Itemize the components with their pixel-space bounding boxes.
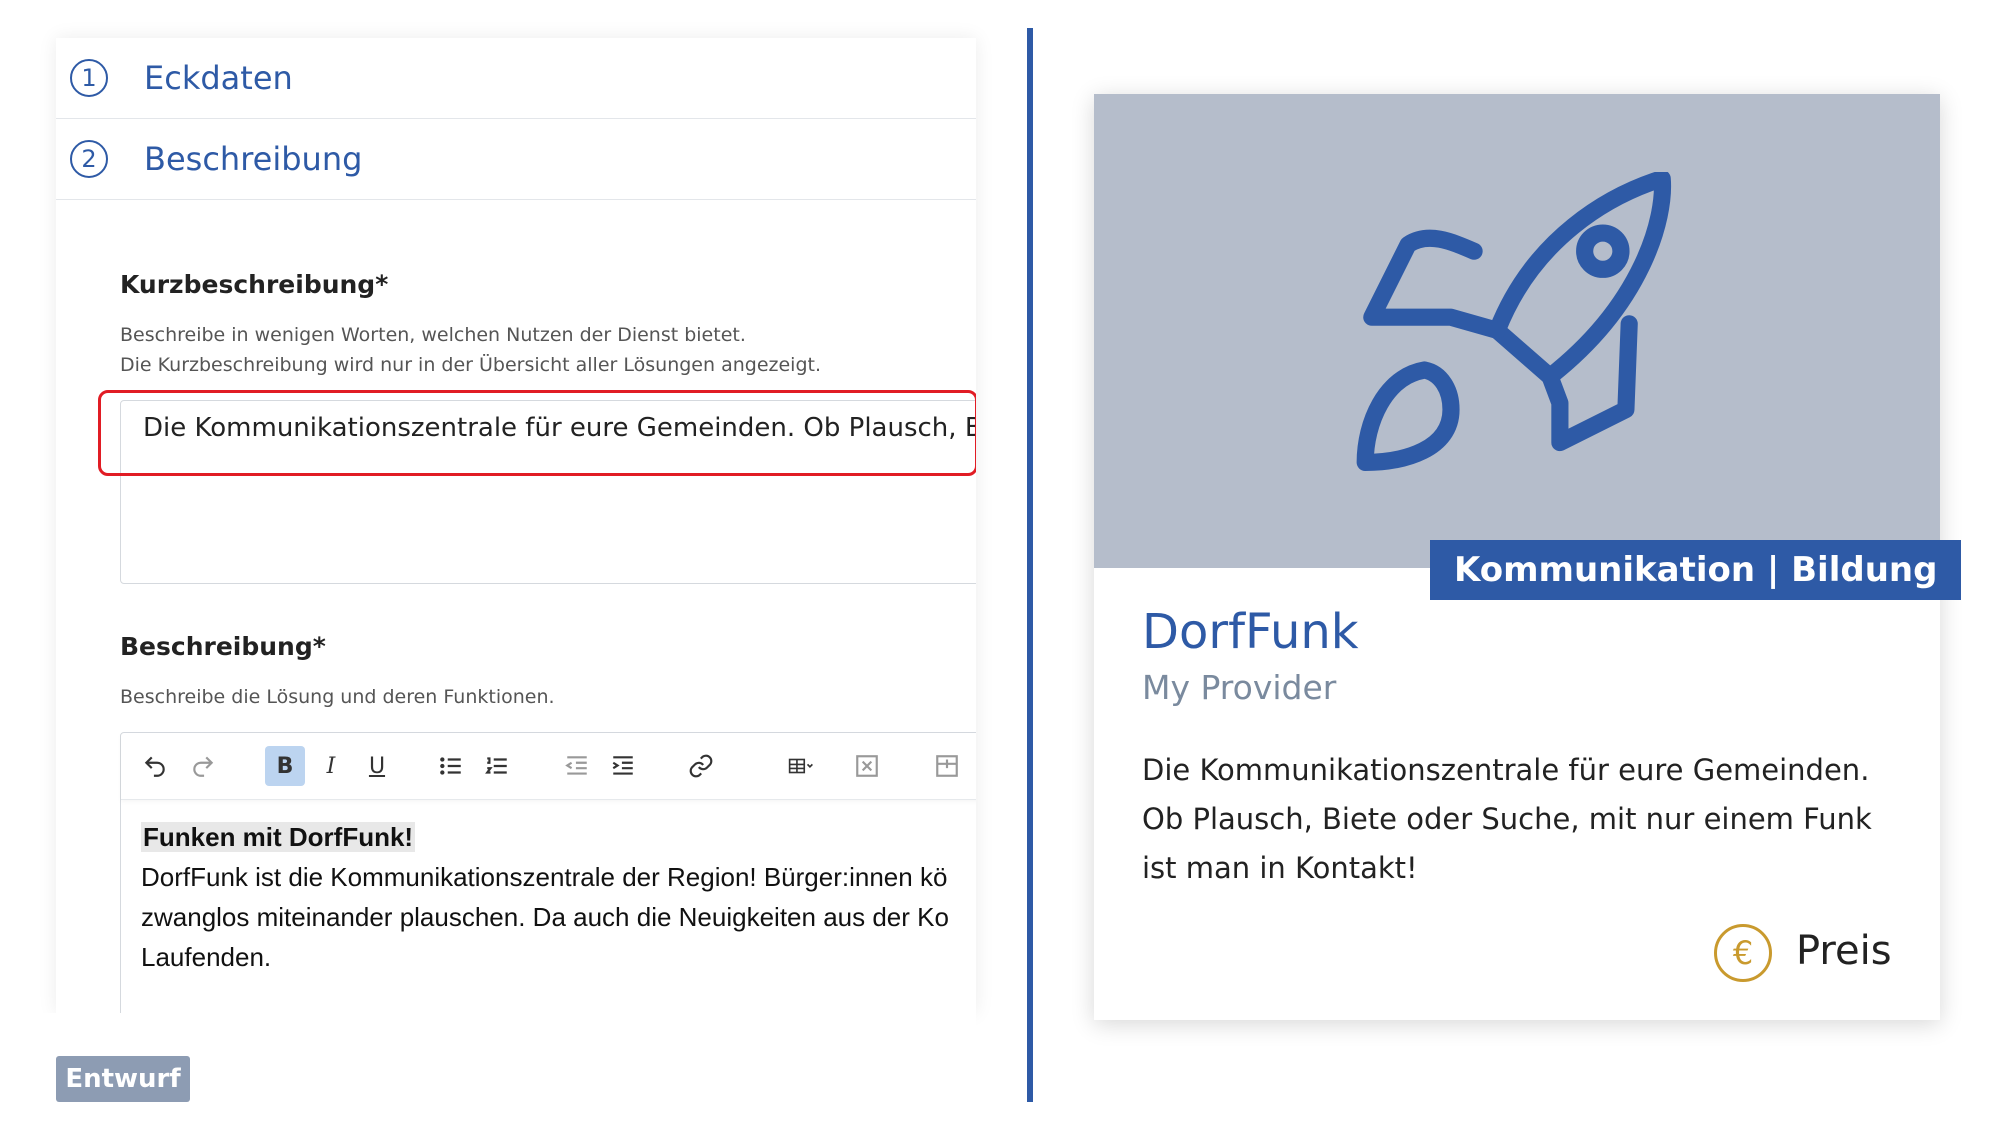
step-label: Beschreibung xyxy=(144,140,363,178)
short-description-label: Kurzbeschreibung* xyxy=(120,270,389,299)
card-description: Die Kommunikationszentrale für eure Geme… xyxy=(1142,753,1872,885)
numbered-list-icon[interactable] xyxy=(477,746,517,786)
highlight-box xyxy=(98,390,976,476)
bold-button[interactable]: B xyxy=(265,746,305,786)
euro-icon: € xyxy=(1714,924,1772,982)
step-beschreibung[interactable]: 2 Beschreibung xyxy=(56,119,976,200)
editor-toolbar: B I U xyxy=(121,733,976,800)
editor-panel: 1 Eckdaten 2 Beschreibung Kurzbeschreibu… xyxy=(56,38,976,1013)
step-label: Eckdaten xyxy=(144,59,293,97)
description-help: Beschreibe die Lösung und deren Funktion… xyxy=(120,686,555,708)
redo-icon[interactable] xyxy=(183,746,223,786)
preview-card[interactable]: Kommunikation | Bildung DorfFunk My Prov… xyxy=(1094,94,1962,1020)
undo-icon[interactable] xyxy=(135,746,175,786)
description-editor[interactable]: B I U Funken mit DorfFunk! DorfFunk ist … xyxy=(120,732,976,1013)
indent-icon[interactable] xyxy=(603,746,643,786)
content-line: zwanglos miteinander plauschen. Da auch … xyxy=(141,902,949,932)
step-number: 1 xyxy=(70,59,108,97)
card-image xyxy=(1094,94,1940,568)
clear-format-icon[interactable] xyxy=(847,746,887,786)
step-eckdaten[interactable]: 1 Eckdaten xyxy=(56,38,976,119)
content-line: DorfFunk ist die Kommunikationszentrale … xyxy=(141,862,948,892)
outdent-icon[interactable] xyxy=(557,746,597,786)
insert-row-icon[interactable] xyxy=(927,746,967,786)
link-icon[interactable] xyxy=(681,746,721,786)
panel-divider xyxy=(1027,28,1033,1102)
rocket-icon xyxy=(1356,172,1672,471)
bullet-list-icon[interactable] xyxy=(431,746,471,786)
short-description-help-1: Beschreibe in wenigen Worten, welchen Nu… xyxy=(120,324,746,346)
content-line: Laufenden. xyxy=(141,942,272,972)
underline-button[interactable]: U xyxy=(357,746,397,786)
description-label: Beschreibung* xyxy=(120,632,326,661)
short-description-help-2: Die Kurzbeschreibung wird nur in der Übe… xyxy=(120,354,821,376)
card-title: DorfFunk xyxy=(1142,604,1359,660)
content-title: Funken mit DorfFunk! xyxy=(141,822,416,852)
step-number: 2 xyxy=(70,140,108,178)
category-badge: Kommunikation | Bildung xyxy=(1430,540,1962,600)
editor-content[interactable]: Funken mit DorfFunk! DorfFunk ist die Ko… xyxy=(141,817,976,977)
draft-status-badge: Entwurf xyxy=(56,1056,190,1102)
italic-button[interactable]: I xyxy=(311,746,351,786)
card-provider: My Provider xyxy=(1142,668,1337,707)
price-label: Preis xyxy=(1796,928,1892,974)
table-icon[interactable] xyxy=(771,746,831,786)
